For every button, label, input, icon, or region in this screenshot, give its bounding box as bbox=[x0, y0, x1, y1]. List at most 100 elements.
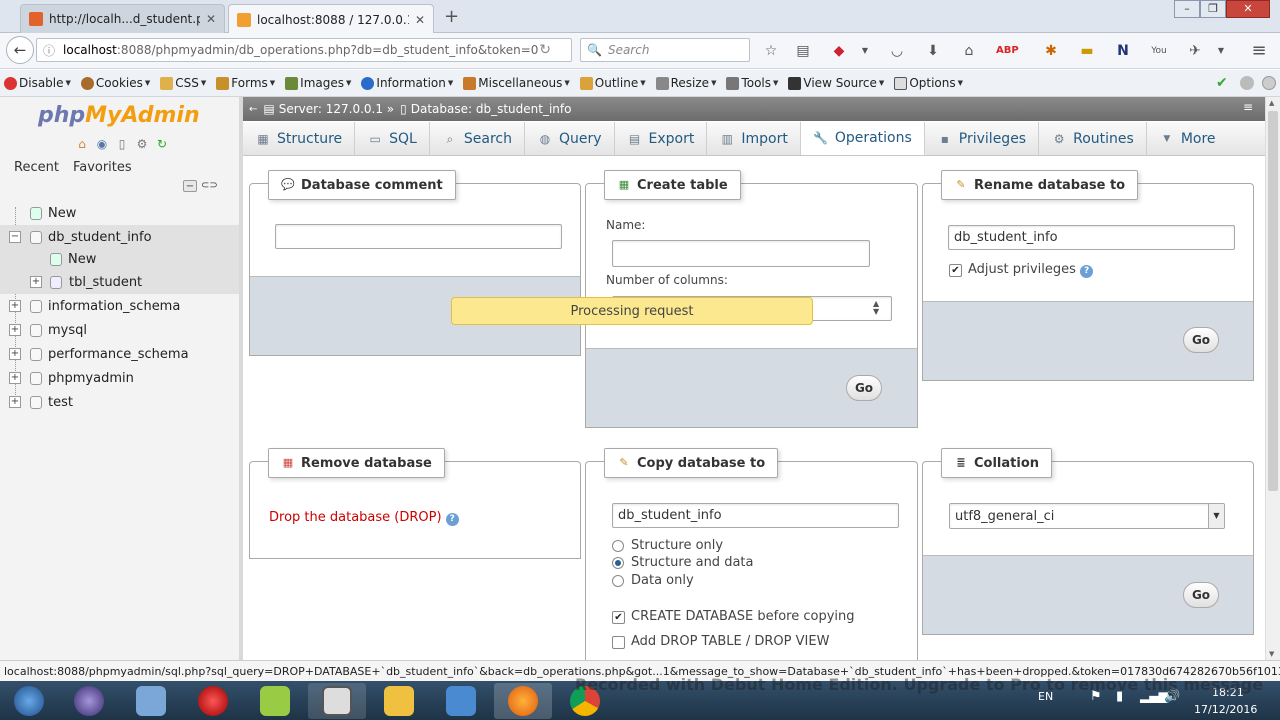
reload-navigation-icon[interactable]: ↻ bbox=[154, 136, 170, 152]
browser-tab-1[interactable]: http://localh...d_student.php ✕ bbox=[20, 4, 225, 33]
scrollbar-thumb[interactable] bbox=[1268, 111, 1278, 491]
expand-icon[interactable]: + bbox=[9, 348, 21, 360]
tab-favorites[interactable]: Favorites bbox=[69, 159, 136, 176]
page-scrollbar[interactable]: ▲ ▼ bbox=[1265, 97, 1280, 660]
tree-table-new[interactable]: New bbox=[0, 249, 239, 270]
colorful-addon-icon[interactable]: ◆ bbox=[830, 42, 848, 60]
taskbar-snipping-tool[interactable] bbox=[122, 683, 180, 719]
taskbar-eclipse[interactable] bbox=[60, 683, 118, 719]
search-box[interactable]: 🔍 Search bbox=[580, 38, 750, 62]
data-only-radio[interactable] bbox=[612, 575, 624, 587]
tree-db-phpmyadmin[interactable]: + phpmyadmin bbox=[0, 366, 239, 390]
bookmark-star-icon[interactable]: ☆ bbox=[762, 42, 780, 60]
tree-table-tbl-student[interactable]: + tbl_student bbox=[0, 270, 239, 294]
logout-icon[interactable]: ◉ bbox=[94, 136, 110, 152]
tab-recent[interactable]: Recent bbox=[10, 159, 63, 176]
browser-tab-2[interactable]: localhost:8088 / 127.0.0.1 / ... ✕ bbox=[228, 4, 434, 34]
tools-dropdown-icon[interactable]: ▼ bbox=[1212, 42, 1230, 60]
tree-new-database[interactable]: New bbox=[0, 201, 239, 225]
devbar-outline[interactable]: Outline ▼ bbox=[579, 76, 646, 90]
scroll-up-icon[interactable]: ▲ bbox=[1269, 99, 1274, 107]
tree-db-information-schema[interactable]: + information_schema bbox=[0, 294, 239, 318]
collation-select[interactable]: utf8_general_ci ▼ bbox=[949, 503, 1225, 529]
devbar-resize[interactable]: Resize ▼ bbox=[655, 76, 716, 90]
drop-database-link[interactable]: Drop the database (DROP) bbox=[269, 510, 442, 525]
close-tab-icon[interactable]: ✕ bbox=[415, 13, 425, 27]
tab-query[interactable]: ◍ Query bbox=[525, 122, 615, 155]
expand-icon[interactable]: + bbox=[9, 300, 21, 312]
devbar-css[interactable]: CSS ▼ bbox=[160, 76, 206, 90]
tab-routines[interactable]: ⚙ Routines bbox=[1039, 122, 1147, 155]
pocket-icon[interactable]: ◡ bbox=[888, 42, 906, 60]
home-icon[interactable]: ⌂ bbox=[74, 136, 90, 152]
taskbar-opera[interactable] bbox=[184, 683, 242, 719]
structure-and-data-radio[interactable] bbox=[612, 557, 624, 569]
devbar-miscellaneous[interactable]: Miscellaneous ▼ bbox=[463, 76, 570, 90]
status-grey-icon[interactable] bbox=[1240, 76, 1254, 90]
status-blank-icon[interactable] bbox=[1262, 76, 1276, 90]
rename-go-button[interactable]: Go bbox=[1183, 327, 1219, 353]
tab-more[interactable]: ▼ More bbox=[1147, 122, 1228, 155]
phpmyadmin-logo[interactable]: phpMyAdmin bbox=[38, 103, 200, 128]
chevron-down-icon[interactable]: ▼ bbox=[1208, 504, 1224, 528]
scroll-down-icon[interactable]: ▼ bbox=[1269, 650, 1274, 658]
tab-sql[interactable]: ▭ SQL bbox=[355, 122, 430, 155]
restore-button[interactable]: ❐ bbox=[1200, 0, 1226, 18]
tree-db-performance-schema[interactable]: + performance_schema bbox=[0, 342, 239, 366]
tree-db-student-info[interactable]: − db_student_info bbox=[0, 225, 239, 249]
adjust-privileges-checkbox[interactable]: ✔ bbox=[949, 264, 962, 277]
reading-list-icon[interactable]: ▤ bbox=[794, 42, 812, 60]
tab-privileges[interactable]: ▪ Privileges bbox=[925, 122, 1040, 155]
clock-date[interactable]: 17/12/2016 bbox=[1194, 703, 1257, 716]
close-window-button[interactable]: ✕ bbox=[1226, 0, 1270, 18]
taskbar-debut[interactable] bbox=[308, 683, 366, 719]
tree-db-mysql[interactable]: + mysql bbox=[0, 318, 239, 342]
site-info-icon[interactable]: ⓘ bbox=[43, 42, 55, 59]
help-icon[interactable]: ? bbox=[445, 513, 459, 526]
help-icon[interactable]: ? bbox=[1080, 265, 1094, 278]
taskbar-virtualbox[interactable] bbox=[432, 683, 490, 719]
devbar-information[interactable]: Information ▼ bbox=[361, 76, 453, 90]
back-button[interactable]: ← bbox=[6, 36, 34, 64]
adblock-icon[interactable]: ABP bbox=[996, 42, 1019, 60]
notes-icon[interactable]: ▬ bbox=[1078, 42, 1096, 60]
taskbar-firefox[interactable] bbox=[494, 683, 552, 719]
devbar-forms[interactable]: Forms ▼ bbox=[216, 76, 275, 90]
expand-icon[interactable]: + bbox=[30, 276, 42, 288]
create-table-go-button[interactable]: Go bbox=[846, 375, 882, 401]
new-tab-button[interactable]: + bbox=[444, 6, 459, 27]
collation-go-button[interactable]: Go bbox=[1183, 582, 1219, 608]
taskbar-explorer[interactable] bbox=[370, 683, 428, 719]
create-database-checkbox[interactable]: ✔ bbox=[612, 611, 625, 624]
database-comment-input[interactable] bbox=[275, 224, 562, 249]
youtube-icon[interactable]: You bbox=[1150, 42, 1168, 60]
add-drop-table-checkbox[interactable] bbox=[612, 636, 625, 649]
collapse-icon[interactable]: − bbox=[9, 231, 21, 243]
devbar-tools[interactable]: Tools ▼ bbox=[726, 76, 778, 90]
devbar-cookies[interactable]: Cookies ▼ bbox=[80, 76, 150, 90]
collapse-arrow-icon[interactable]: ← bbox=[249, 104, 257, 115]
devbar-disable[interactable]: Disable ▼ bbox=[4, 76, 71, 90]
taskbar-notepadpp[interactable] bbox=[246, 683, 304, 719]
devbar-view-source[interactable]: View Source ▼ bbox=[788, 76, 884, 90]
close-tab-icon[interactable]: ✕ bbox=[206, 12, 216, 26]
hamburger-menu-icon[interactable]: ≡ bbox=[1250, 42, 1268, 60]
home-icon[interactable]: ⌂ bbox=[960, 42, 978, 60]
start-button[interactable] bbox=[0, 683, 58, 719]
structure-only-radio[interactable] bbox=[612, 540, 624, 552]
devbar-images[interactable]: Images ▼ bbox=[285, 76, 351, 90]
expand-icon[interactable]: + bbox=[9, 396, 21, 408]
tools-addon-icon[interactable]: ✈ bbox=[1186, 42, 1204, 60]
minimize-button[interactable]: – bbox=[1174, 0, 1200, 18]
table-name-input[interactable] bbox=[612, 240, 870, 267]
download-icon[interactable]: ⬇ bbox=[924, 42, 942, 60]
breadcrumb-database[interactable]: ▯ Database: db_student_info bbox=[400, 102, 571, 116]
docs-icon[interactable]: ▯ bbox=[114, 136, 130, 152]
expand-icon[interactable]: + bbox=[9, 372, 21, 384]
expand-icon[interactable]: + bbox=[9, 324, 21, 336]
reload-icon[interactable]: ↻ bbox=[539, 42, 551, 58]
addon-dropdown-icon[interactable]: ▼ bbox=[856, 42, 874, 60]
firebug-icon[interactable]: ✱ bbox=[1042, 42, 1060, 60]
rename-database-input[interactable]: db_student_info bbox=[948, 225, 1235, 250]
tab-operations[interactable]: 🔧 Operations bbox=[800, 122, 925, 155]
